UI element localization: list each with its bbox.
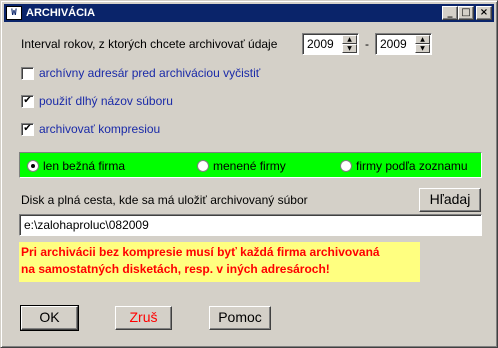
year-from-spin-buttons: ▲ ▼ (342, 35, 357, 53)
year-from-down-button[interactable]: ▼ (342, 44, 357, 53)
radio-changed-firms-label[interactable]: menené firmy (213, 159, 286, 173)
close-button[interactable]: × (476, 6, 492, 20)
compression-checkbox[interactable]: ✔ (21, 122, 34, 136)
option-compression[interactable]: ✔ archivovať kompresiou (21, 122, 160, 136)
title-bar[interactable]: W ARCHIVÁCIA _ □ × (4, 4, 494, 22)
year-to-down-button[interactable]: ▼ (415, 44, 430, 53)
year-to-value[interactable]: 2009 (380, 37, 407, 51)
long-filename-checkbox[interactable]: ✔ (21, 94, 34, 108)
warning-line-2: na samostatných disketách, resp. v iných… (21, 262, 330, 276)
window-title: ARCHIVÁCIA (26, 7, 96, 19)
browse-button[interactable]: Hľadaj (419, 188, 481, 212)
radio-current-firm[interactable]: len bežná firma (27, 159, 125, 173)
year-to-up-button[interactable]: ▲ (415, 35, 430, 44)
warning-line-1: Pri archivácii bez kompresie musí byť ka… (21, 245, 380, 259)
radio-firms-by-list[interactable]: firmy podľa zoznamu (340, 159, 468, 173)
archive-dialog: W ARCHIVÁCIA _ □ × Interval rokov, z kto… (0, 0, 498, 348)
app-icon: W (6, 6, 22, 20)
year-from-spinner[interactable]: 2009 ▲ ▼ (302, 33, 359, 55)
compression-label[interactable]: archivovať kompresiou (39, 122, 160, 136)
year-to-spin-buttons: ▲ ▼ (415, 35, 430, 53)
maximize-button[interactable]: □ (458, 6, 474, 20)
option-long-filename[interactable]: ✔ použiť dlhý názov súboru (21, 94, 173, 108)
minimize-button[interactable]: _ (442, 6, 458, 20)
help-button[interactable]: Pomoc (209, 306, 271, 330)
clear-archive-dir-checkbox[interactable] (21, 66, 34, 80)
option-clear-archive-dir[interactable]: archívny adresár pred archiváciou vyčist… (21, 66, 260, 80)
radio-firms-by-list-dot[interactable] (340, 160, 352, 172)
year-to-spinner[interactable]: 2009 ▲ ▼ (375, 33, 432, 55)
radio-firms-by-list-label[interactable]: firmy podľa zoznamu (356, 159, 468, 173)
radio-current-firm-label[interactable]: len bežná firma (43, 159, 125, 173)
compression-warning: Pri archivácii bez kompresie musí byť ka… (19, 242, 420, 282)
radio-changed-firms-dot[interactable] (197, 160, 209, 172)
firm-scope-panel: len bežná firma menené firmy firmy podľa… (19, 152, 482, 178)
destination-path-input[interactable]: e:\zalohaproluc\082009 (19, 214, 482, 236)
ok-button[interactable]: OK (20, 305, 79, 331)
interval-separator: - (365, 37, 369, 51)
radio-current-firm-dot[interactable] (27, 160, 39, 172)
clear-archive-dir-label[interactable]: archívny adresár pred archiváciou vyčist… (39, 66, 260, 80)
window-controls: _ □ × (442, 6, 492, 20)
interval-label: Interval rokov, z ktorých chcete archivo… (21, 37, 278, 51)
cancel-button[interactable]: Zruš (115, 306, 172, 330)
long-filename-label[interactable]: použiť dlhý názov súboru (39, 94, 173, 108)
year-from-value[interactable]: 2009 (307, 37, 334, 51)
year-from-up-button[interactable]: ▲ (342, 35, 357, 44)
radio-changed-firms[interactable]: menené firmy (197, 159, 286, 173)
destination-label: Disk a plná cesta, kde sa má uložiť arch… (21, 193, 308, 207)
